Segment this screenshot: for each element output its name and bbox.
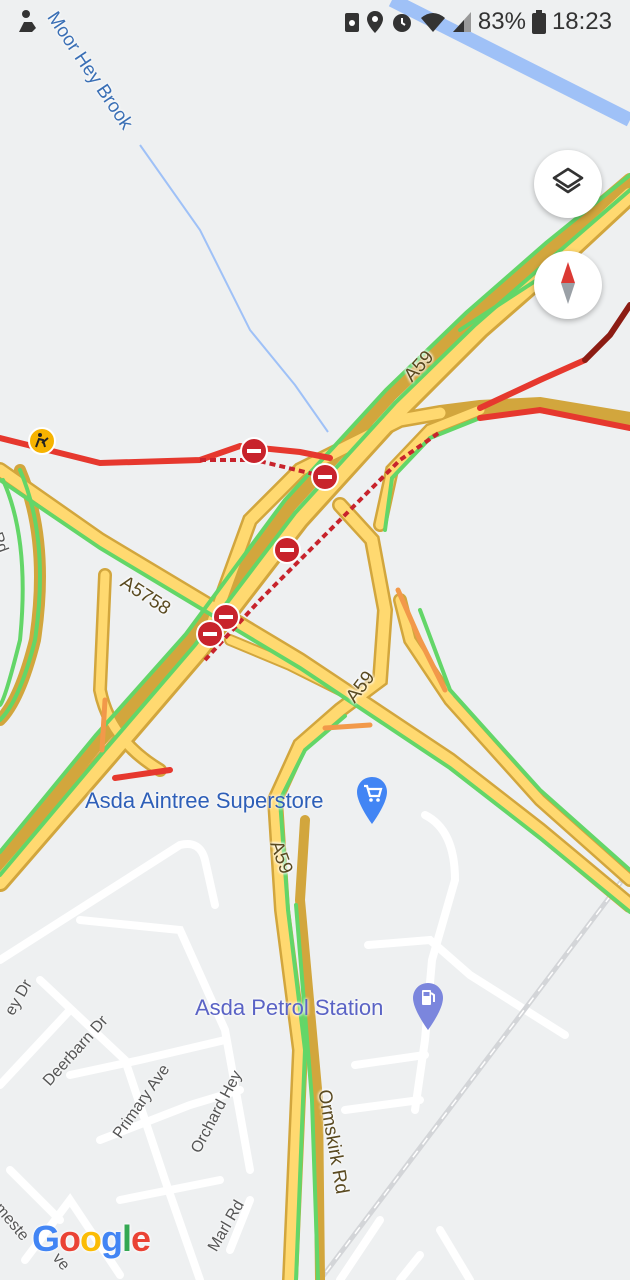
poi-name: Asda Petrol Station xyxy=(195,995,384,1020)
road-closed-icon[interactable] xyxy=(310,462,340,492)
status-bar: 83% 18:23 xyxy=(0,0,630,44)
screenshot-icon xyxy=(344,11,360,33)
roadworks-icon[interactable] xyxy=(27,426,57,456)
road-closed-icon[interactable] xyxy=(195,619,225,649)
compass-button[interactable] xyxy=(534,251,602,319)
wifi-icon xyxy=(420,11,446,33)
layers-icon xyxy=(551,165,585,204)
compass-icon xyxy=(553,260,583,311)
location-icon xyxy=(366,10,384,34)
google-logo: Google xyxy=(32,1218,151,1259)
clock-time: 18:23 xyxy=(551,8,612,35)
alarm-icon xyxy=(390,10,414,34)
layers-button[interactable] xyxy=(534,150,602,218)
battery-icon xyxy=(531,10,546,34)
traffic-severe xyxy=(582,302,630,363)
road-closed-icon[interactable] xyxy=(272,535,302,565)
brook-line xyxy=(139,144,329,433)
traffic-heavy xyxy=(0,357,630,781)
poi-name: Asda Aintree Superstore xyxy=(85,788,324,813)
poi-asda-aintree-superstore[interactable]: Asda Aintree Superstore xyxy=(85,788,323,814)
battery-level: 83% xyxy=(477,8,526,35)
road-closed-icon[interactable] xyxy=(239,436,269,466)
signal-icon xyxy=(452,11,472,33)
accessibility-icon xyxy=(14,8,42,36)
fuel-pump-icon[interactable] xyxy=(412,982,444,1032)
poi-asda-petrol-station[interactable]: Asda Petrol Station xyxy=(195,995,383,1021)
shopping-cart-icon[interactable] xyxy=(356,776,388,826)
